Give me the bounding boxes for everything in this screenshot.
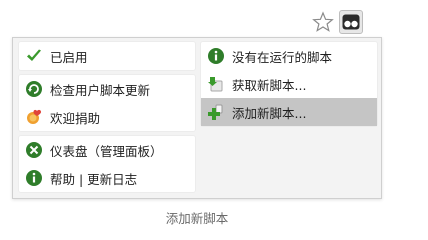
- menu-item-dashboard[interactable]: 仪表盘（管理面板）: [19, 136, 195, 164]
- check-icon: [25, 47, 43, 65]
- menu-item-enabled[interactable]: 已启用: [19, 42, 195, 70]
- dashboard-icon: [25, 141, 43, 159]
- star-icon[interactable]: [312, 11, 334, 33]
- menu-group-scripts: 没有在运行的脚本 获取新脚本... 添加新脚本...: [201, 42, 377, 126]
- add-icon: [207, 103, 225, 121]
- menu-item-help-changelog[interactable]: 帮助 | 更新日志: [19, 164, 195, 192]
- menu-item-label: 已启用: [50, 49, 88, 65]
- info-icon: [207, 47, 225, 65]
- popup-left-column: 已启用 检查用户脚本更新 欢迎捐助 仪表盘（管理面板） 帮助 | 更新日志: [19, 42, 195, 197]
- menu-group-navigation: 仪表盘（管理面板） 帮助 | 更新日志: [19, 136, 195, 192]
- get-scripts-icon: [207, 75, 225, 93]
- menu-item-label: 获取新脚本...: [232, 77, 307, 93]
- menu-item-label: 帮助 | 更新日志: [50, 171, 138, 187]
- popup-right-column: 没有在运行的脚本 获取新脚本... 添加新脚本...: [201, 42, 377, 131]
- info-icon: [25, 169, 43, 187]
- menu-group-actions: 检查用户脚本更新 欢迎捐助: [19, 75, 195, 131]
- tampermonkey-extension-button[interactable]: [339, 10, 363, 34]
- donate-icon: [25, 108, 43, 126]
- menu-item-donate[interactable]: 欢迎捐助: [19, 103, 195, 131]
- extension-popup-menu: 已启用 检查用户脚本更新 欢迎捐助 仪表盘（管理面板） 帮助 | 更新日志 没有…: [12, 37, 382, 199]
- menu-item-label: 添加新脚本...: [232, 105, 307, 121]
- caption-text: 添加新脚本: [165, 211, 229, 226]
- menu-group-status: 已启用: [19, 42, 195, 70]
- screenshot-canvas: 已启用 检查用户脚本更新 欢迎捐助 仪表盘（管理面板） 帮助 | 更新日志 没有…: [0, 0, 428, 238]
- browser-toolbar: [312, 10, 366, 34]
- menu-item-label: 检查用户脚本更新: [50, 82, 151, 98]
- menu-item-label: 仪表盘（管理面板）: [50, 143, 163, 159]
- refresh-icon: [25, 80, 43, 98]
- menu-item-get-new-scripts[interactable]: 获取新脚本...: [201, 70, 377, 98]
- menu-item-add-new-script[interactable]: 添加新脚本...: [201, 98, 377, 126]
- menu-item-check-updates[interactable]: 检查用户脚本更新: [19, 75, 195, 103]
- menu-item-label: 欢迎捐助: [50, 110, 101, 126]
- menu-item-label: 没有在运行的脚本: [232, 49, 333, 65]
- tampermonkey-icon: [342, 14, 360, 30]
- menu-item-no-running-scripts: 没有在运行的脚本: [201, 42, 377, 70]
